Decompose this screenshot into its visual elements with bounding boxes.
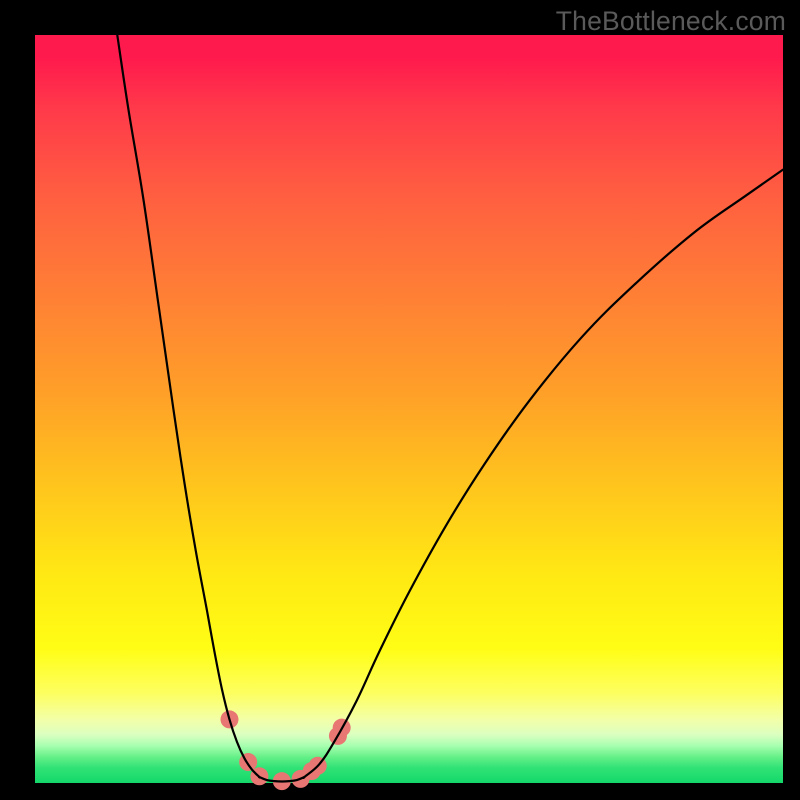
watermark-text: TheBottleneck.com: [556, 6, 786, 37]
bottleneck-curve: [117, 35, 783, 782]
curve-layer: [35, 35, 783, 783]
chart-frame: TheBottleneck.com: [0, 0, 800, 800]
plot-area: [35, 35, 783, 783]
